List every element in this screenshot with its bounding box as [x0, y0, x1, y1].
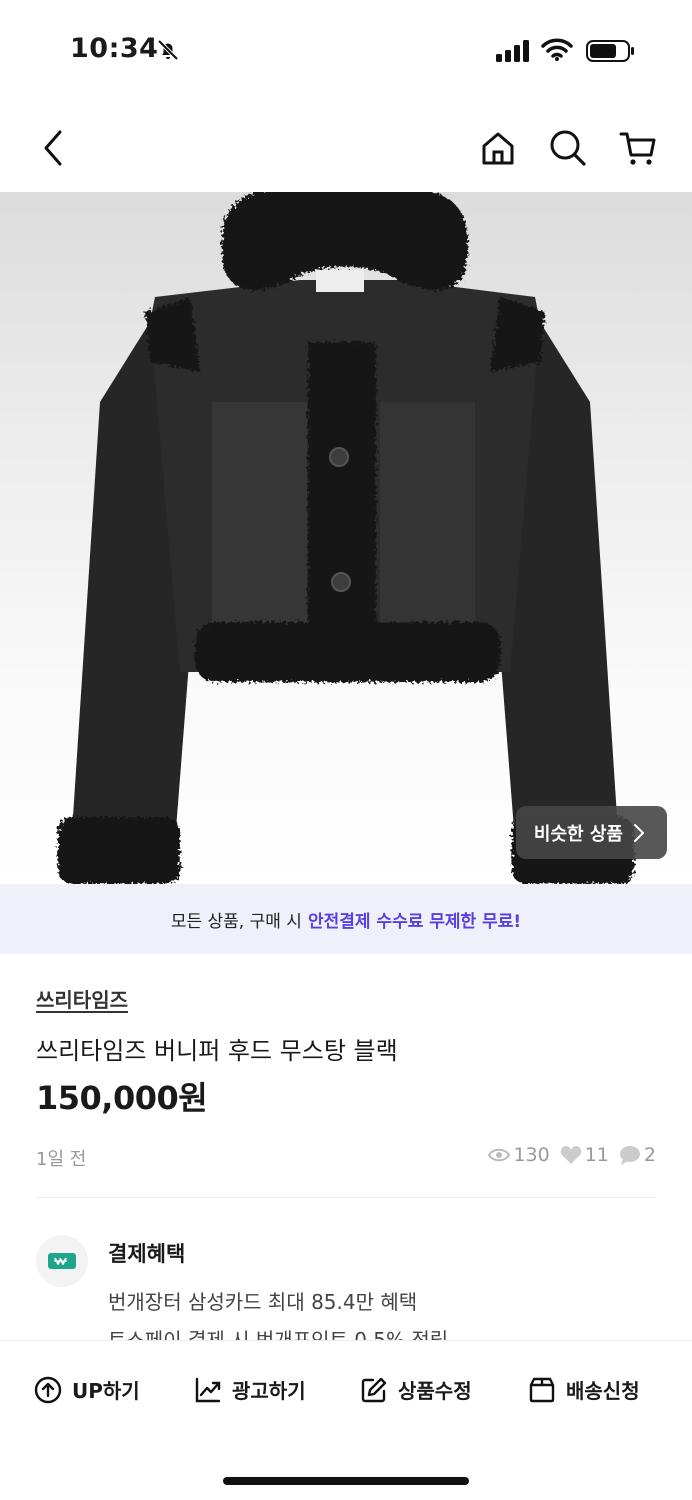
- cart-button[interactable]: [616, 126, 660, 170]
- benefit-title: 결제혜택: [108, 1242, 186, 1266]
- advertise-button[interactable]: 광고하기: [194, 1375, 306, 1404]
- cellular-signal-icon: [496, 40, 529, 62]
- similar-products-button[interactable]: 비슷한 상품: [515, 806, 667, 859]
- product-stats: 130 11 2: [488, 1144, 656, 1166]
- arrow-up-circle-icon: [34, 1376, 62, 1403]
- shipping-request-button[interactable]: 배송신청: [528, 1375, 640, 1404]
- battery-icon: [586, 40, 634, 62]
- home-button[interactable]: [476, 126, 520, 170]
- views-stat: 130: [488, 1144, 550, 1166]
- product-title: 쓰리타임즈 버니퍼 후드 무스탕 블랙: [36, 1037, 398, 1065]
- chats-count: 2: [643, 1144, 656, 1166]
- up-button[interactable]: UP하기: [34, 1375, 140, 1404]
- posted-time: 1일 전: [36, 1149, 87, 1170]
- benefit-line-samsung[interactable]: 번개장터 삼성카드 최대 85.4만 혜택: [108, 1286, 417, 1315]
- status-bar: 10:34: [0, 0, 692, 100]
- bottom-action-bar: UP하기 광고하기 상품수정 배송신청: [0, 1340, 692, 1500]
- promo-highlight: 안전결제 수수료 무제한 무료!: [307, 911, 522, 932]
- advertise-label: 광고하기: [232, 1379, 306, 1403]
- likes-stat: 11: [560, 1144, 609, 1166]
- up-label: UP하기: [72, 1379, 140, 1403]
- shipping-request-label: 배송신청: [566, 1379, 640, 1403]
- search-icon: [550, 130, 586, 166]
- wifi-icon: [541, 38, 573, 61]
- won-card-icon: [48, 1253, 76, 1269]
- chats-stat: 2: [619, 1144, 656, 1166]
- promo-text: 모든 상품, 구매 시: [170, 911, 302, 932]
- status-time: 10:34: [70, 33, 159, 64]
- likes-count: 11: [584, 1144, 609, 1166]
- product-price: 150,000원: [36, 1079, 208, 1117]
- divider: [36, 1197, 656, 1198]
- product-image[interactable]: 비슷한 상품: [0, 192, 692, 884]
- home-indicator[interactable]: [223, 1477, 469, 1485]
- top-nav: [0, 100, 692, 192]
- promo-banner[interactable]: 모든 상품, 구매 시 안전결제 수수료 무제한 무료!: [0, 884, 692, 954]
- search-button[interactable]: [546, 126, 590, 170]
- similar-products-label: 비슷한 상품: [533, 823, 623, 845]
- chevron-right-icon: [634, 823, 644, 842]
- edit-icon: [361, 1377, 387, 1402]
- bell-muted-icon: [157, 39, 179, 61]
- cart-icon: [619, 132, 656, 165]
- back-button[interactable]: [32, 126, 76, 170]
- edit-product-label: 상품수정: [398, 1379, 472, 1403]
- chat-bubble-icon: [619, 1146, 640, 1165]
- brand-link[interactable]: 쓰리타임즈: [36, 984, 128, 1013]
- trend-chart-icon: [195, 1377, 221, 1402]
- edit-product-button[interactable]: 상품수정: [360, 1375, 472, 1404]
- heart-icon: [560, 1146, 581, 1164]
- payment-benefit-icon: [36, 1235, 88, 1287]
- home-icon: [482, 132, 514, 165]
- jacket-icon: [58, 192, 634, 884]
- box-icon: [529, 1377, 555, 1402]
- eye-icon: [488, 1148, 511, 1162]
- views-count: 130: [513, 1144, 550, 1166]
- chevron-left-icon: [44, 130, 62, 166]
